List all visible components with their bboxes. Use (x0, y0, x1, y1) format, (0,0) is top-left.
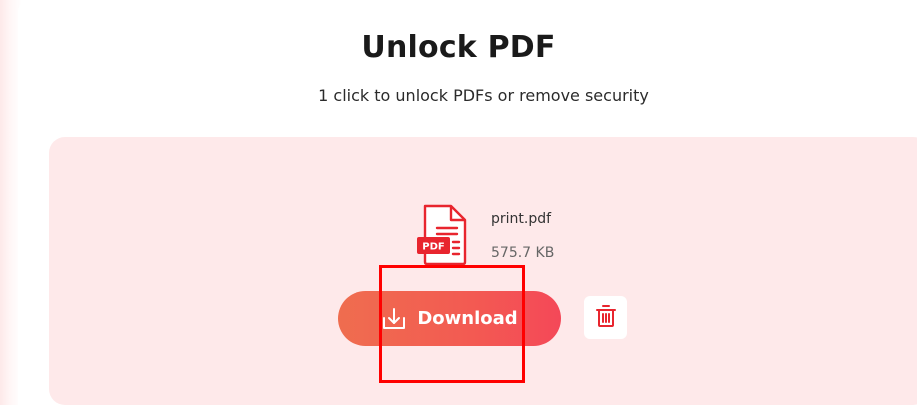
file-size: 575.7 KB (491, 245, 555, 261)
download-button[interactable]: Download (338, 291, 561, 346)
pdf-file-icon: PDF (415, 204, 471, 266)
trash-icon (595, 304, 617, 332)
delete-file-button[interactable] (584, 296, 627, 339)
download-icon (381, 306, 407, 332)
file-dropzone (49, 137, 917, 405)
pdf-badge-label: PDF (422, 242, 444, 253)
page-subtitle: 1 click to unlock PDFs or remove securit… (318, 86, 649, 105)
page: Unlock PDF 1 click to unlock PDFs or rem… (0, 0, 917, 405)
page-title: Unlock PDF (361, 30, 556, 65)
file-name: print.pdf (491, 211, 552, 227)
download-button-label: Download (417, 308, 518, 329)
